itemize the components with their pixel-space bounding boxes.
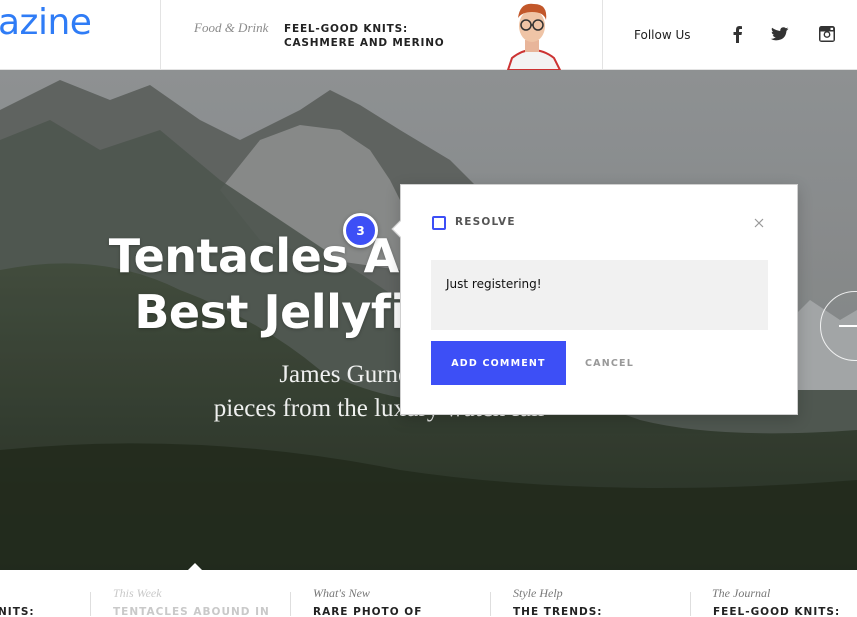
strip-item-category: The Journal	[712, 586, 771, 600]
site-header: azine Food & Drink FEEL-GOOD KNITS: CASH…	[0, 0, 857, 70]
strip-divider	[90, 592, 91, 616]
strip-divider	[490, 592, 491, 616]
strip-item-title: RARE PHOTO OF	[313, 606, 423, 617]
strip-item-title: NITS:	[0, 606, 35, 617]
strip-item-category: Style Help	[513, 586, 563, 600]
twitter-icon[interactable]	[769, 24, 789, 44]
arrow-line-icon	[839, 325, 857, 327]
featured-title-line2: CASHMERE AND MERINO	[284, 37, 445, 49]
facebook-icon[interactable]	[727, 24, 747, 44]
article-strip: NITS: This Week TENTACLES ABOUND IN What…	[0, 563, 857, 617]
featured-title[interactable]: FEEL-GOOD KNITS: CASHMERE AND MERINO	[284, 22, 445, 50]
site-logo[interactable]: azine	[0, 2, 92, 43]
header-divider	[602, 0, 603, 70]
comment-marker[interactable]: 3	[343, 213, 378, 248]
resolve-checkbox[interactable]	[432, 216, 446, 230]
close-icon[interactable]	[751, 215, 767, 231]
resolve-label[interactable]: RESOLVE	[455, 216, 516, 228]
header-divider	[160, 0, 161, 70]
comment-input[interactable]: Just registering!	[431, 260, 768, 330]
strip-divider	[690, 592, 691, 616]
cancel-button[interactable]: CANCEL	[585, 341, 634, 385]
add-comment-button[interactable]: ADD COMMENT	[431, 341, 566, 385]
active-indicator	[188, 563, 202, 570]
featured-title-line1: FEEL-GOOD KNITS:	[284, 23, 408, 35]
featured-avatar	[498, 0, 568, 70]
strip-divider	[290, 592, 291, 616]
strip-item-category: This Week	[113, 586, 162, 600]
comment-popup: RESOLVE Just registering! ADD COMMENT CA…	[391, 184, 798, 415]
strip-item-title: THE TRENDS:	[513, 606, 603, 617]
featured-category: Food & Drink	[194, 20, 269, 35]
instagram-icon[interactable]	[817, 24, 837, 44]
strip-item-title: FEEL-GOOD KNITS:	[713, 606, 841, 617]
strip-item-category: What's New	[313, 586, 370, 600]
follow-us-label: Follow Us	[634, 28, 691, 42]
strip-item-title: TENTACLES ABOUND IN	[113, 606, 270, 617]
